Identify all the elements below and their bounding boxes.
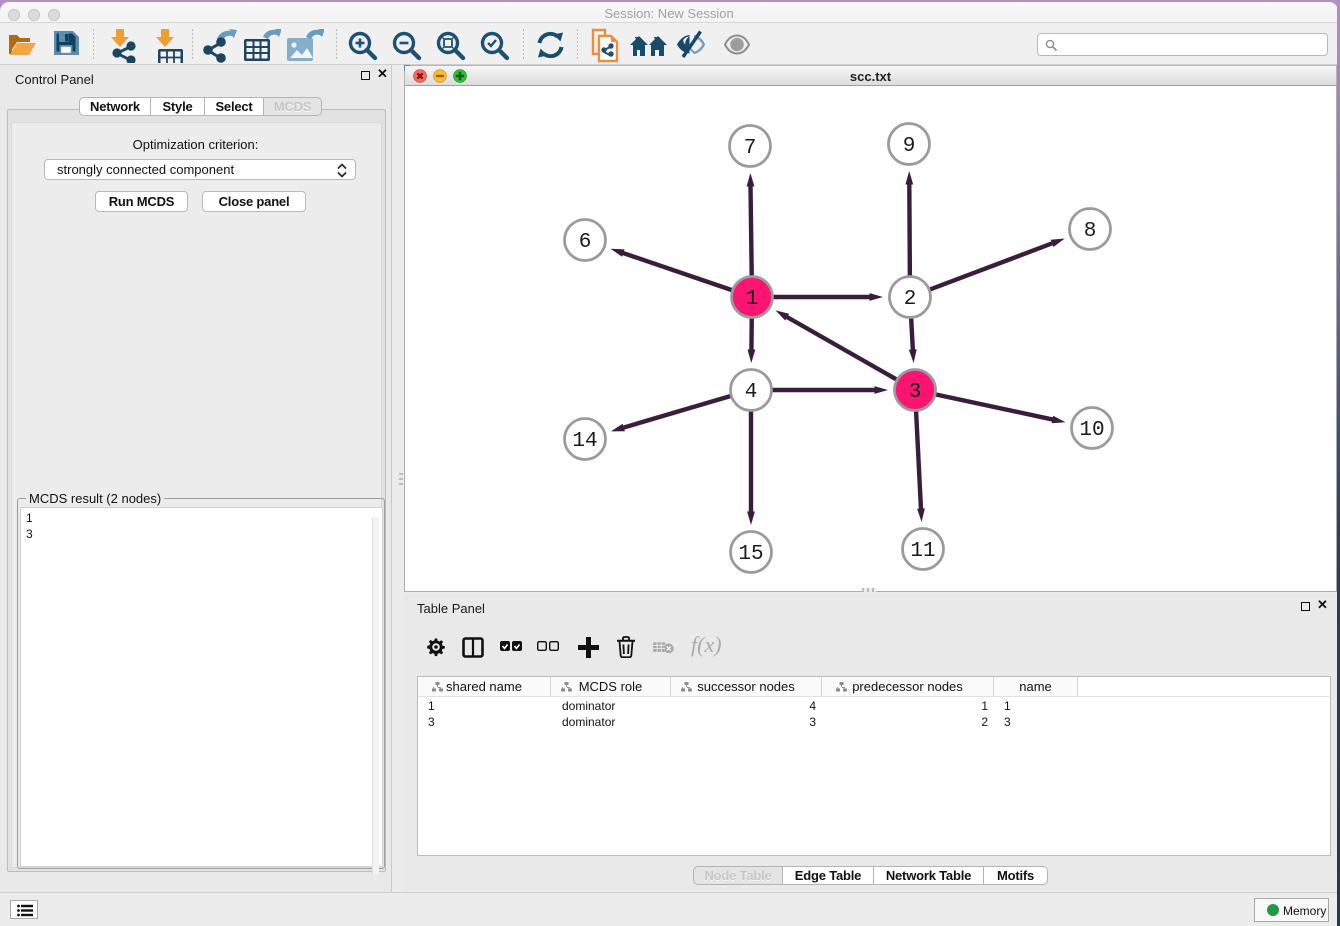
svg-text:11: 11	[910, 540, 935, 563]
svg-text:15: 15	[738, 543, 763, 566]
svg-text:4: 4	[745, 381, 758, 404]
svg-text:14: 14	[572, 430, 597, 453]
svg-text:2: 2	[904, 288, 917, 311]
svg-text:7: 7	[744, 137, 757, 160]
svg-text:3: 3	[909, 381, 922, 404]
svg-text:10: 10	[1079, 419, 1104, 442]
svg-text:8: 8	[1084, 220, 1097, 243]
svg-text:9: 9	[903, 135, 916, 158]
svg-text:1: 1	[746, 288, 759, 311]
svg-text:6: 6	[579, 231, 592, 254]
